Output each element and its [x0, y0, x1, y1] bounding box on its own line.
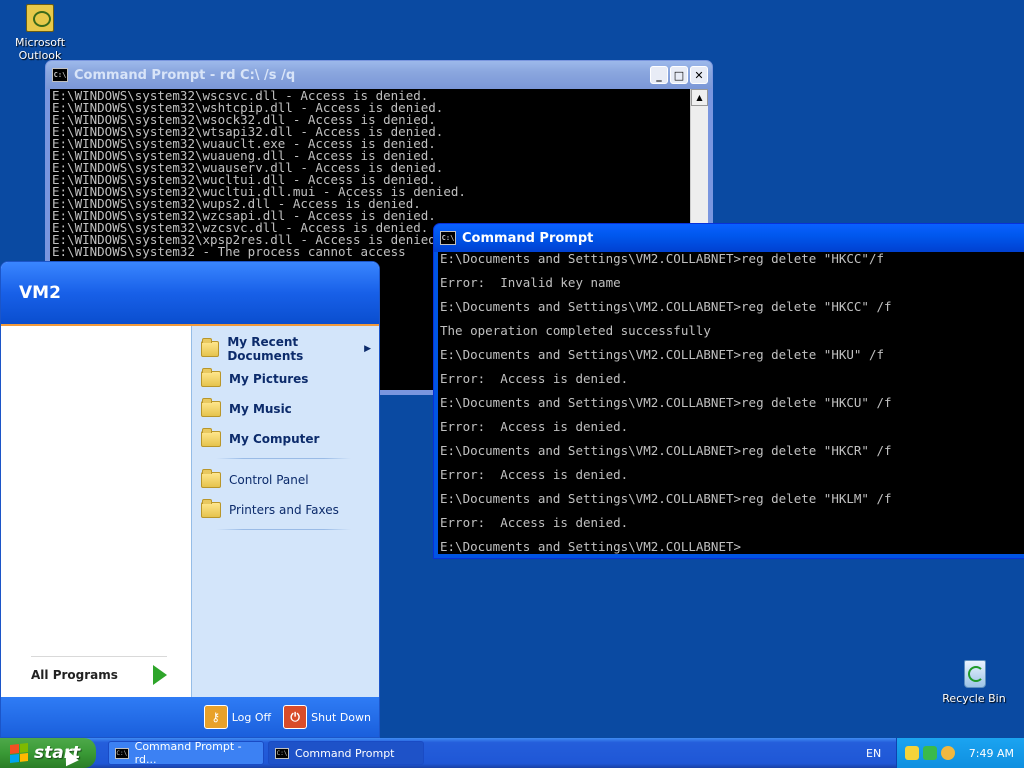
window-titlebar[interactable]: C:\ Command Prompt: [434, 224, 1024, 252]
minimize-button[interactable]: _: [650, 66, 668, 84]
start-button[interactable]: start: [0, 738, 96, 768]
close-button[interactable]: ✕: [690, 66, 708, 84]
outlook-icon: [26, 4, 54, 32]
menu-item-control-panel[interactable]: Control Panel: [192, 465, 379, 495]
command-prompt-window[interactable]: C:\ Command Prompt E:\Documents and Sett…: [433, 223, 1024, 559]
menu-item-label: My Music: [229, 402, 292, 416]
log-off-button[interactable]: ⚷ Log Off: [203, 705, 272, 729]
menu-item-printers-and-faxes[interactable]: Printers and Faxes: [192, 495, 379, 525]
windows-logo-icon: [10, 743, 28, 763]
start-menu[interactable]: VM2 All Programs My Recent Documents ▶ M…: [0, 261, 380, 738]
all-programs-label: All Programs: [31, 668, 118, 682]
folder-icon: [201, 469, 221, 488]
all-programs-button[interactable]: All Programs: [31, 656, 167, 685]
window-title: Command Prompt - rd C:\ /s /q: [74, 67, 296, 83]
menu-item-label: Printers and Faxes: [229, 503, 339, 517]
clock[interactable]: 7:49 AM: [969, 747, 1014, 760]
menu-item-label: My Recent Documents: [227, 335, 304, 363]
maximize-button[interactable]: □: [670, 66, 688, 84]
chevron-right-icon: ▶: [364, 344, 371, 354]
network-icon[interactable]: [923, 746, 937, 760]
console-icon: C:\: [52, 68, 68, 82]
arrow-right-icon: [153, 665, 167, 685]
search-icon[interactable]: [941, 746, 955, 760]
folder-icon: [201, 428, 221, 447]
recycle-bin-label: Recycle Bin: [942, 692, 1006, 705]
console-output[interactable]: E:\Documents and Settings\VM2.COLLABNET>…: [438, 252, 1024, 554]
recycle-bin-icon: [960, 656, 988, 688]
start-menu-footer: ⚷ Log Off ⏻ Shut Down: [1, 697, 379, 737]
menu-separator: [216, 458, 351, 459]
scroll-up-arrow-icon[interactable]: ▲: [691, 89, 708, 106]
console-icon: C:\: [440, 231, 456, 245]
language-indicator[interactable]: EN: [866, 738, 881, 768]
user-name: VM2: [19, 283, 61, 303]
menu-item-label: Control Panel: [229, 473, 309, 487]
start-menu-right-pane: My Recent Documents ▶ My Pictures My Mus…: [191, 326, 379, 697]
task-label: Command Prompt: [295, 746, 395, 760]
key-icon: ⚷: [203, 705, 228, 729]
menu-item-my-music[interactable]: My Music: [192, 394, 379, 424]
security-shield-icon[interactable]: [905, 746, 919, 760]
folder-icon: [201, 338, 220, 357]
recycle-bin-desktop-icon[interactable]: Recycle Bin: [934, 656, 1014, 705]
taskbar: start C:\ Command Prompt - rd... C:\ Com…: [0, 738, 1024, 768]
start-menu-header: VM2: [1, 262, 379, 326]
console-icon: C:\: [275, 747, 289, 759]
menu-item-label: My Computer: [229, 432, 320, 446]
log-off-label: Log Off: [231, 710, 272, 724]
folder-icon: [201, 499, 221, 518]
system-tray: 7:49 AM: [896, 738, 1024, 768]
menu-item-my-pictures[interactable]: My Pictures: [192, 364, 379, 394]
outlook-label: Microsoft Outlook: [14, 36, 66, 62]
window-title: Command Prompt: [462, 230, 594, 246]
menu-item-my-computer[interactable]: My Computer: [192, 424, 379, 454]
outlook-desktop-icon[interactable]: Microsoft Outlook: [0, 4, 80, 62]
power-icon: ⏻: [283, 705, 308, 729]
folder-icon: [201, 368, 221, 387]
taskbar-button-command-prompt-rd[interactable]: C:\ Command Prompt - rd...: [108, 740, 264, 766]
menu-item-label: My Pictures: [229, 372, 309, 386]
console-icon: C:\: [115, 747, 129, 759]
start-menu-left-pane: All Programs: [1, 326, 191, 697]
menu-item-my-recent-documents[interactable]: My Recent Documents ▶: [192, 334, 379, 364]
task-label: Command Prompt - rd...: [134, 740, 242, 766]
console-text: E:\Documents and Settings\VM2.COLLABNET>…: [440, 252, 892, 554]
window-titlebar[interactable]: C:\ Command Prompt - rd C:\ /s /q _ □ ✕: [46, 61, 712, 89]
taskbar-button-command-prompt[interactable]: C:\ Command Prompt: [268, 741, 424, 765]
shut-down-label: Shut Down: [311, 710, 371, 724]
menu-separator: [216, 529, 351, 530]
shut-down-button[interactable]: ⏻ Shut Down: [283, 705, 371, 729]
folder-icon: [201, 398, 221, 417]
